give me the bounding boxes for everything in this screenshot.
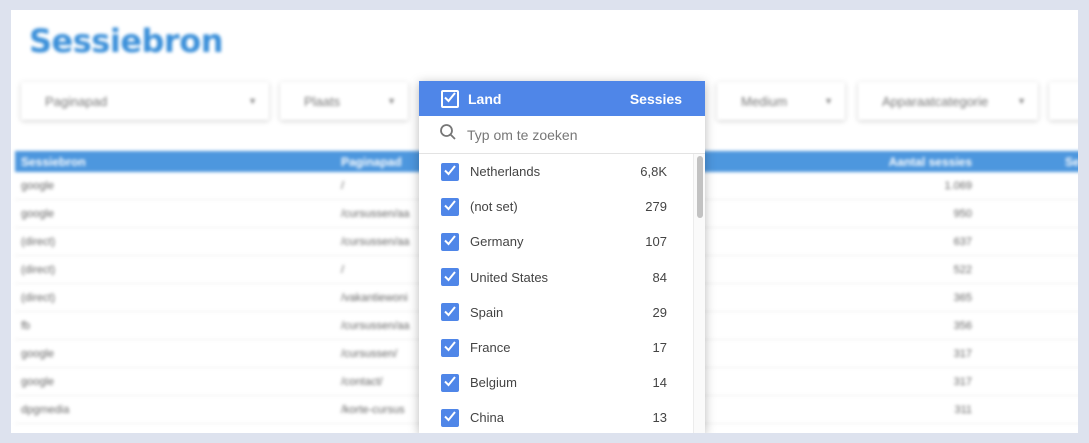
filter-apparaatcategorie[interactable]: Apparaatcategorie ▼ bbox=[858, 82, 1038, 120]
item-label: Belgium bbox=[470, 375, 517, 391]
scrollbar-thumb[interactable] bbox=[697, 156, 703, 218]
item-checkbox[interactable] bbox=[441, 197, 459, 216]
land-dropdown: Land Sessies Netherlands 6,8K (not set) … bbox=[419, 81, 705, 433]
item-checkbox[interactable] bbox=[441, 232, 459, 251]
list-item[interactable]: (not set) 279 bbox=[419, 189, 705, 224]
item-checkbox[interactable] bbox=[441, 268, 459, 287]
check-icon bbox=[443, 163, 457, 180]
cell-source: google bbox=[21, 348, 55, 360]
cell-path: / bbox=[341, 264, 345, 276]
caret-down-icon: ▼ bbox=[387, 96, 396, 106]
cell-source: (direct) bbox=[21, 236, 56, 248]
dropdown-metric-label[interactable]: Sessies bbox=[630, 91, 682, 107]
dropdown-list: Netherlands 6,8K (not set) 279 Germany 1… bbox=[419, 154, 705, 433]
search-icon bbox=[439, 123, 457, 146]
cell-path: /cursussen/aa bbox=[341, 208, 410, 220]
list-item[interactable]: Germany 107 bbox=[419, 224, 705, 259]
check-icon bbox=[443, 304, 457, 321]
cell-source: google bbox=[21, 180, 55, 192]
cell-source: dpgmedia bbox=[21, 404, 70, 416]
filter-label: Medium bbox=[741, 93, 788, 109]
cell-path: /contact/ bbox=[341, 376, 383, 388]
check-icon bbox=[443, 374, 457, 391]
caret-down-icon: ▼ bbox=[1017, 96, 1026, 106]
cell-source: google bbox=[21, 376, 55, 388]
list-item[interactable]: France 17 bbox=[419, 330, 705, 365]
item-count: 14 bbox=[652, 375, 667, 391]
list-item[interactable]: China 13 bbox=[419, 400, 705, 433]
cell-sessions: 365 bbox=[953, 292, 972, 304]
item-label: Germany bbox=[470, 234, 524, 250]
item-count: 17 bbox=[652, 340, 667, 356]
cell-path: /vakantiewoni bbox=[341, 292, 408, 304]
item-checkbox[interactable] bbox=[441, 338, 459, 357]
item-label: (not set) bbox=[470, 199, 518, 215]
item-label: France bbox=[470, 340, 511, 356]
cell-sessions: 317 bbox=[953, 376, 972, 388]
dropdown-search bbox=[419, 116, 705, 154]
item-count: 279 bbox=[645, 199, 667, 215]
filter-label: Apparaatcategorie bbox=[882, 93, 989, 109]
item-count: 84 bbox=[652, 269, 667, 285]
column-header-paginapad[interactable]: Paginapad bbox=[341, 155, 402, 169]
search-input[interactable] bbox=[467, 126, 685, 143]
dropdown-dimension-label: Land bbox=[468, 90, 502, 107]
cell-sessions: 522 bbox=[953, 264, 972, 276]
caret-down-icon: ▼ bbox=[824, 96, 833, 106]
cell-sessions: 311 bbox=[954, 404, 972, 416]
item-label: United States bbox=[470, 269, 549, 285]
cell-path: /cursussen/aa bbox=[341, 236, 410, 248]
caret-down-icon: ▼ bbox=[248, 96, 257, 106]
cell-source: fb bbox=[21, 320, 31, 332]
filter-paginapad[interactable]: Paginapad ▼ bbox=[21, 82, 269, 120]
list-item[interactable]: United States 84 bbox=[419, 260, 705, 295]
cell-sessions: 1.069 bbox=[944, 180, 972, 192]
item-count: 29 bbox=[652, 304, 667, 320]
check-icon bbox=[443, 90, 457, 107]
item-checkbox[interactable] bbox=[441, 303, 459, 322]
cell-source: (direct) bbox=[21, 264, 56, 276]
check-icon bbox=[443, 269, 457, 286]
page-title: Sessiebron bbox=[29, 22, 223, 60]
cell-sessions: 950 bbox=[953, 208, 972, 220]
cell-sessions: 317 bbox=[953, 348, 972, 360]
cell-sessions: 637 bbox=[953, 236, 972, 248]
check-icon bbox=[443, 233, 457, 250]
cell-path: /cursussen/ bbox=[341, 348, 398, 360]
column-header-sessiebron[interactable]: Sessiebron bbox=[21, 155, 86, 169]
cell-path: /korte-cursus bbox=[341, 404, 405, 416]
filter-more[interactable] bbox=[1049, 82, 1078, 120]
item-count: 13 bbox=[652, 410, 667, 426]
item-label: Netherlands bbox=[470, 164, 541, 180]
cell-path: / bbox=[341, 180, 345, 192]
item-label: China bbox=[470, 410, 504, 426]
cell-source: (direct) bbox=[21, 292, 56, 304]
filter-medium[interactable]: Medium ▼ bbox=[717, 82, 845, 120]
cell-path: /cursussen/aa bbox=[341, 320, 410, 332]
check-icon bbox=[443, 339, 457, 356]
item-count: 6,8K bbox=[640, 164, 667, 180]
column-header-aantal-sessies[interactable]: Aantal sessies bbox=[889, 155, 972, 169]
cell-source: google bbox=[21, 208, 55, 220]
item-count: 107 bbox=[645, 234, 667, 250]
list-item[interactable]: Spain 29 bbox=[419, 295, 705, 330]
dropdown-scrollbar[interactable] bbox=[693, 154, 705, 433]
item-label: Spain bbox=[470, 304, 504, 320]
item-checkbox[interactable] bbox=[441, 408, 459, 427]
item-checkbox[interactable] bbox=[441, 162, 459, 181]
filter-plaats[interactable]: Plaats ▼ bbox=[280, 82, 408, 120]
item-checkbox[interactable] bbox=[441, 373, 459, 392]
check-icon bbox=[443, 198, 457, 215]
filter-label: Plaats bbox=[304, 93, 341, 109]
list-item[interactable]: Netherlands 6,8K bbox=[419, 154, 705, 189]
cell-sessions: 356 bbox=[953, 320, 972, 332]
check-icon bbox=[443, 409, 457, 426]
filter-label: Paginapad bbox=[45, 93, 108, 109]
dropdown-header: Land Sessies bbox=[419, 81, 705, 116]
list-item[interactable]: Belgium 14 bbox=[419, 365, 705, 400]
report-frame: Sessiebron Paginapad ▼ Plaats ▼ Medium ▼… bbox=[11, 10, 1078, 433]
select-all-checkbox[interactable] bbox=[441, 89, 459, 108]
column-header-extra[interactable]: Se bbox=[1065, 155, 1078, 169]
